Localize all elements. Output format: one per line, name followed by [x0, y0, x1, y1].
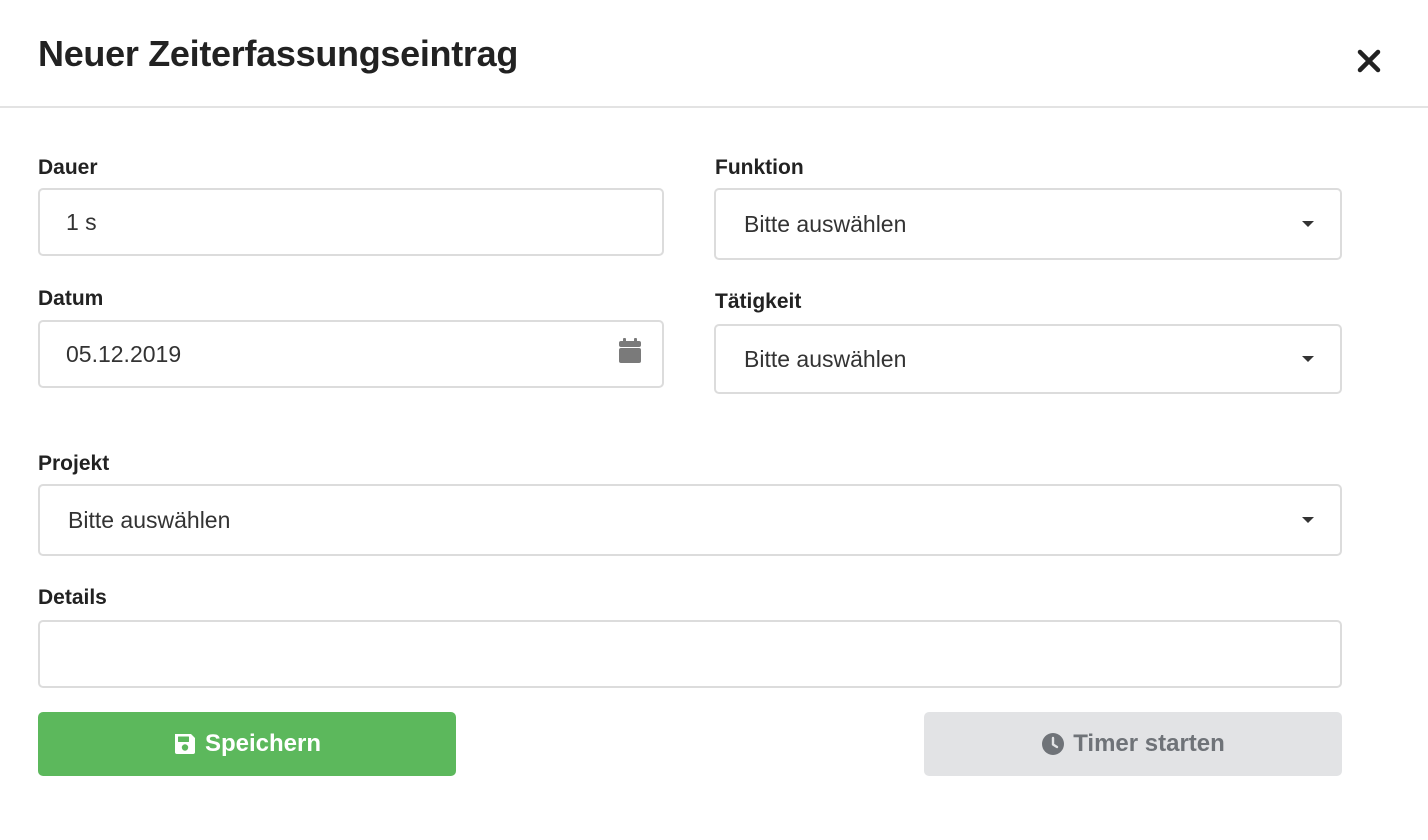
details-input[interactable] [38, 620, 1342, 688]
save-button[interactable]: Speichern [38, 712, 456, 776]
floppy-disk-icon [174, 734, 195, 754]
close-button[interactable] [1350, 42, 1388, 80]
taetigkeit-label: Tätigkeit [715, 290, 802, 313]
funktion-select[interactable]: Bitte auswählen [714, 188, 1342, 260]
datum-value: 05.12.2019 [66, 340, 182, 367]
chevron-down-icon [1302, 356, 1314, 362]
timer-button-label: Timer starten [1073, 730, 1225, 757]
calendar-icon[interactable] [618, 338, 642, 364]
dauer-value: 1 s [66, 208, 97, 235]
projekt-selected: Bitte auswählen [68, 506, 231, 533]
dauer-label: Dauer [38, 156, 98, 179]
time-entry-modal: Neuer Zeiterfassungseintrag Dauer 1 s Da… [0, 0, 1428, 840]
timer-start-button[interactable]: Timer starten [924, 712, 1342, 776]
datum-label: Datum [38, 287, 104, 310]
chevron-down-icon [1302, 517, 1314, 523]
save-button-label: Speichern [204, 730, 322, 757]
chevron-down-icon [1302, 221, 1314, 227]
funktion-selected: Bitte auswählen [744, 210, 907, 237]
datum-input[interactable]: 05.12.2019 [38, 320, 664, 388]
dauer-input[interactable]: 1 s [38, 188, 664, 256]
funktion-label: Funktion [715, 156, 804, 179]
modal-header: Neuer Zeiterfassungseintrag [0, 0, 1428, 108]
details-label: Details [38, 586, 107, 609]
close-icon [1357, 49, 1381, 73]
modal-title: Neuer Zeiterfassungseintrag [38, 33, 519, 74]
taetigkeit-selected: Bitte auswählen [744, 345, 907, 372]
taetigkeit-select[interactable]: Bitte auswählen [714, 324, 1342, 394]
clock-icon [1042, 733, 1065, 755]
projekt-label: Projekt [38, 452, 110, 475]
projekt-select[interactable]: Bitte auswählen [38, 484, 1342, 556]
